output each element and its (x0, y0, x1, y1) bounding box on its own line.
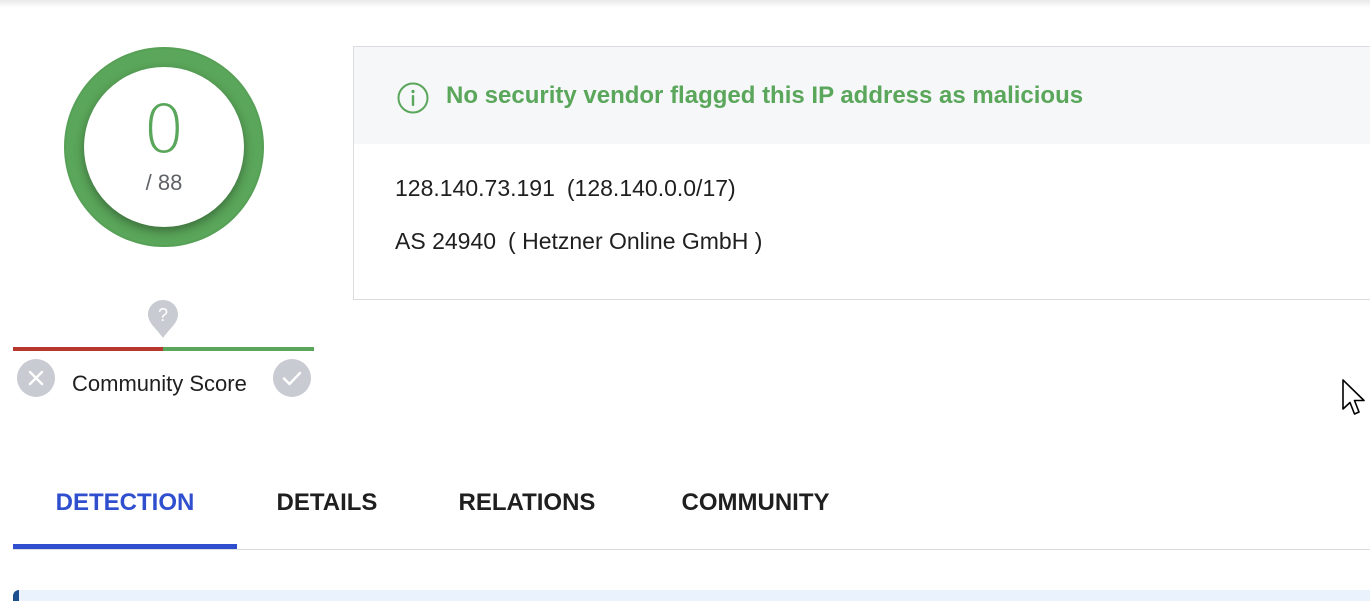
ip-network[interactable]: (128.140.0.0/17) (567, 175, 736, 201)
detection-score-inner: 0 / 88 (84, 67, 244, 227)
tab-details[interactable]: DETAILS (237, 468, 417, 548)
verdict-message: No security vendor flagged this IP addre… (446, 82, 1084, 109)
detection-info-banner (13, 590, 1370, 601)
info-icon (397, 82, 429, 114)
svg-text:?: ? (158, 305, 168, 325)
tab-community[interactable]: COMMUNITY (653, 468, 858, 548)
as-owner: ( Hetzner Online GmbH ) (508, 228, 763, 254)
autonomous-system-line: AS 24940 ( Hetzner Online GmbH ) (395, 226, 762, 256)
report-tabs: DETECTION DETAILS RELATIONS COMMUNITY (13, 468, 1370, 550)
tab-relations[interactable]: RELATIONS (433, 468, 621, 548)
ip-address[interactable]: 128.140.73.191 (395, 175, 555, 201)
question-mark-pin-icon: ? (148, 300, 178, 338)
mouse-cursor-icon (1342, 379, 1365, 415)
tabs-divider (13, 549, 1370, 550)
detection-score-ring: 0 / 88 (64, 47, 264, 247)
vote-harmful-button[interactable] (17, 359, 55, 397)
verdict-banner: No security vendor flagged this IP addre… (354, 47, 1370, 144)
ip-summary-card: No security vendor flagged this IP addre… (353, 46, 1370, 300)
detection-total: / 88 (145, 170, 183, 195)
community-score-positive-bar (163, 347, 314, 351)
ip-address-line: 128.140.73.191 (128.140.0.0/17) (395, 173, 736, 203)
close-icon (28, 370, 44, 386)
vote-harmless-button[interactable] (273, 359, 311, 397)
tab-detection[interactable]: DETECTION (13, 468, 237, 548)
detection-count: 0 (143, 91, 185, 168)
asn[interactable]: AS 24940 (395, 228, 496, 254)
top-bar-shadow (0, 0, 1370, 8)
community-score-negative-bar (13, 347, 163, 351)
check-icon (282, 371, 302, 386)
community-score-label: Community Score (72, 371, 247, 396)
